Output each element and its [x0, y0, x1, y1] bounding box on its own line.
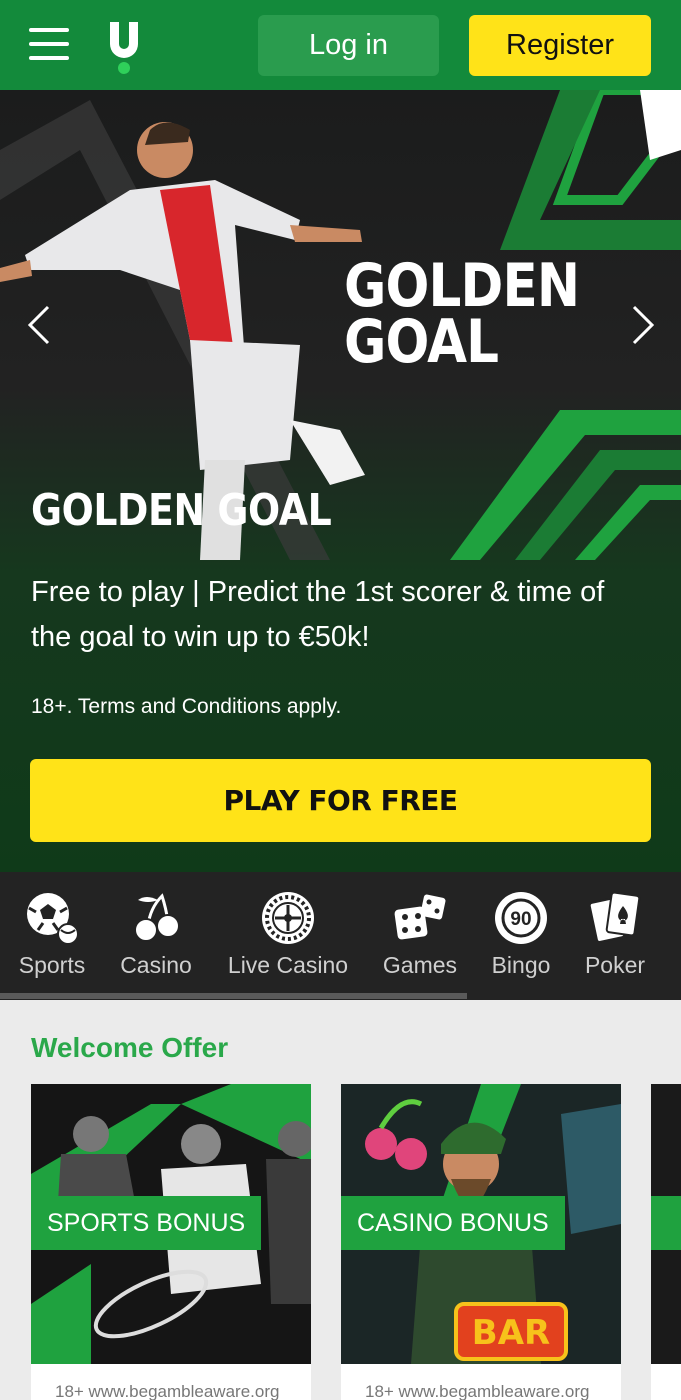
menu-icon[interactable]	[29, 26, 69, 62]
hero-banner: GOLDEN GOAL GOLDEN GOAL Free to play | P…	[0, 90, 681, 872]
next-offer-tag	[651, 1196, 681, 1250]
carousel-prev-arrow-icon[interactable]	[22, 303, 56, 347]
category-bingo[interactable]: 90 Bingo	[482, 872, 560, 992]
sports-bonus-card[interactable]: SPORTS BONUS 18+ www.begambleaware.org	[31, 1084, 311, 1400]
category-label: Games	[382, 952, 458, 978]
next-offer-card[interactable]	[651, 1084, 681, 1400]
hero-title: GOLDEN GOAL	[31, 485, 332, 536]
hero-terms-link[interactable]: 18+. Terms and Conditions apply.	[31, 695, 341, 719]
section-title: Welcome Offer	[31, 1032, 229, 1063]
hero-description: Free to play | Predict the 1st scorer & …	[31, 576, 605, 653]
casino-bonus-card[interactable]: BAR CASINO BONUS 18+ www.begambleaware.o…	[341, 1084, 621, 1400]
playing-cards-icon	[588, 891, 641, 943]
bingo-ball-icon: 90	[495, 892, 547, 944]
login-button[interactable]: Log in	[258, 15, 439, 76]
bingo-ball-number: 90	[510, 909, 531, 930]
gamble-aware-note: 18+ www.begambleaware.org	[55, 1382, 280, 1400]
gamble-aware-note: 18+ www.begambleaware.org	[365, 1382, 590, 1400]
unibet-logo[interactable]	[106, 22, 142, 76]
sports-bonus-tag: SPORTS BONUS	[31, 1196, 262, 1250]
golden-goal-logo-line2: GOAL	[344, 307, 499, 377]
top-header: Log in Register	[0, 0, 681, 90]
cherries-icon	[134, 893, 180, 942]
slot-symbol-text: BAR	[472, 1313, 550, 1353]
carousel-next-arrow-icon[interactable]	[626, 303, 660, 347]
category-label: Sports	[18, 952, 86, 978]
category-nav: Sports Casino Live Casino Games 90 Bingo…	[0, 872, 681, 1000]
category-scroll-thumb[interactable]	[0, 993, 467, 999]
category-games[interactable]: Games	[377, 872, 463, 992]
golden-goal-logo-line1: GOLDEN	[344, 251, 580, 321]
category-label: Live Casino	[227, 952, 349, 978]
register-button[interactable]: Register	[469, 15, 651, 76]
category-sports[interactable]: Sports	[10, 872, 94, 992]
welcome-offer-section: Welcome Offer SPORTS BONUS 18+ www.begam…	[0, 1000, 681, 1400]
category-live-casino[interactable]: Live Casino	[220, 872, 356, 992]
soccer-ball-icon	[27, 893, 79, 945]
play-for-free-button[interactable]: PLAY FOR FREE	[30, 759, 651, 842]
category-label: Casino	[120, 952, 192, 978]
dice-icon	[394, 894, 446, 940]
category-label: Poker	[584, 952, 646, 978]
roulette-wheel-icon	[262, 892, 314, 944]
category-casino[interactable]: Casino	[113, 872, 199, 992]
next-offer-image	[651, 1084, 681, 1364]
category-poker[interactable]: Poker	[578, 872, 652, 992]
casino-bonus-tag: CASINO BONUS	[341, 1196, 565, 1250]
golden-goal-logo: GOLDEN GOAL	[344, 251, 580, 377]
category-label: Bingo	[491, 952, 551, 978]
